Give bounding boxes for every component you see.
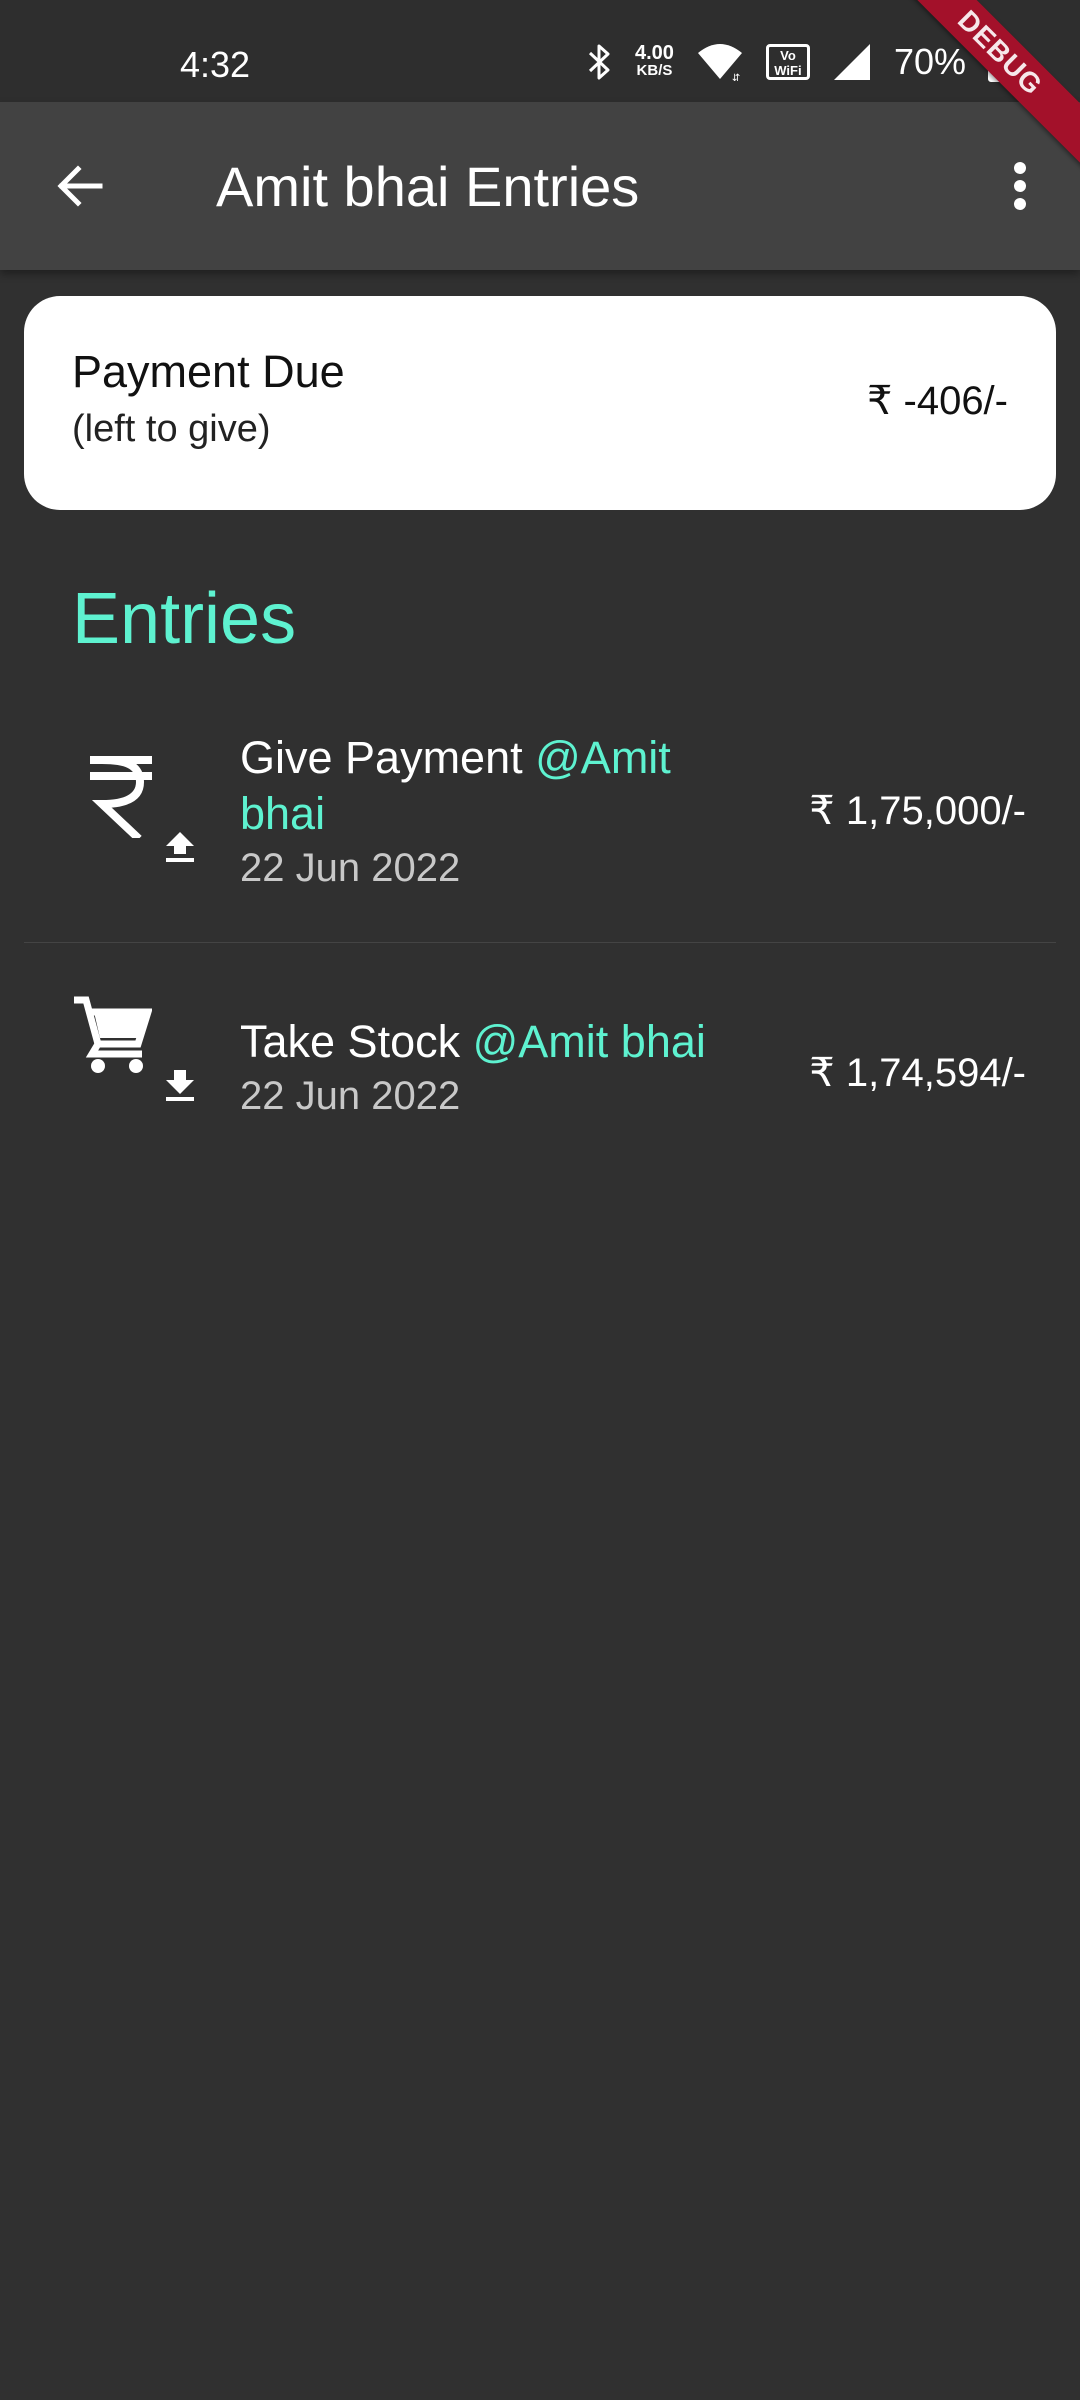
status-time: 4:32 bbox=[180, 44, 251, 85]
payment-due-amount: ₹ -406/- bbox=[866, 379, 1008, 423]
rupee-icon bbox=[90, 755, 152, 838]
arrow-left-icon bbox=[57, 165, 103, 207]
entry-date: 22 Jun 2022 bbox=[240, 846, 461, 890]
entry-icon bbox=[68, 994, 198, 1124]
vowifi-top: Vo bbox=[780, 48, 796, 63]
entry-action: Take Stock bbox=[240, 1016, 473, 1067]
status-icons: 4.00 KB/S ⇵ Vo WiFi 70% bbox=[587, 37, 1010, 84]
wifi-icon: ⇵ bbox=[697, 44, 742, 81]
overflow-menu-button[interactable] bbox=[984, 150, 1056, 222]
svg-text:⇵: ⇵ bbox=[732, 73, 740, 81]
cart-icon bbox=[74, 996, 152, 1073]
entry-divider bbox=[24, 942, 1056, 943]
bluetooth-icon bbox=[588, 44, 610, 80]
entry-date: 22 Jun 2022 bbox=[240, 1074, 461, 1118]
entry-amount: ₹ 1,75,000/- bbox=[809, 789, 1026, 833]
vowifi-icon: Vo WiFi bbox=[765, 44, 810, 80]
vowifi-bottom: WiFi bbox=[774, 63, 802, 78]
payment-due-title: Payment Due bbox=[72, 346, 345, 397]
entry-title: Take Stock @Amit bhai bbox=[240, 1014, 780, 1070]
net-speed-value: 4.00 bbox=[635, 42, 674, 64]
entry-text: Give Payment @Amit bhai 22 Jun 2022 bbox=[240, 730, 740, 894]
entry-text: Take Stock @Amit bhai 22 Jun 2022 bbox=[240, 1014, 780, 1122]
entry-action: Give Payment bbox=[240, 732, 536, 783]
net-speed-unit: KB/S bbox=[636, 62, 673, 79]
entry-item[interactable]: Take Stock @Amit bhai 22 Jun 2022 ₹ 1,74… bbox=[24, 944, 1056, 1154]
upload-icon bbox=[166, 832, 194, 862]
entries-heading: Entries bbox=[72, 579, 297, 659]
entry-item[interactable]: Give Payment @Amit bhai 22 Jun 2022 ₹ 1,… bbox=[24, 700, 1056, 940]
signal-icon bbox=[833, 44, 870, 80]
net-speed-indicator: 4.00 KB/S bbox=[635, 42, 674, 80]
battery-percent: 70% bbox=[893, 41, 966, 82]
entry-mention: @Amit bhai bbox=[472, 1016, 706, 1067]
status-bar: 4:32 4.00 KB/S ⇵ Vo WiFi 70% bbox=[0, 0, 1080, 102]
back-button[interactable] bbox=[44, 150, 116, 222]
entry-title: Give Payment @Amit bhai bbox=[240, 730, 740, 842]
app-bar: Amit bhai Entries bbox=[0, 102, 1080, 270]
page-title: Amit bhai Entries bbox=[216, 155, 640, 218]
payment-due-subtitle: (left to give) bbox=[72, 408, 271, 450]
payment-due-card: Payment Due (left to give) ₹ -406/- bbox=[24, 296, 1056, 510]
more-vertical-icon bbox=[1014, 162, 1026, 210]
download-icon bbox=[166, 1070, 194, 1101]
entry-amount: ₹ 1,74,594/- bbox=[809, 1051, 1026, 1095]
entry-icon bbox=[68, 752, 198, 882]
